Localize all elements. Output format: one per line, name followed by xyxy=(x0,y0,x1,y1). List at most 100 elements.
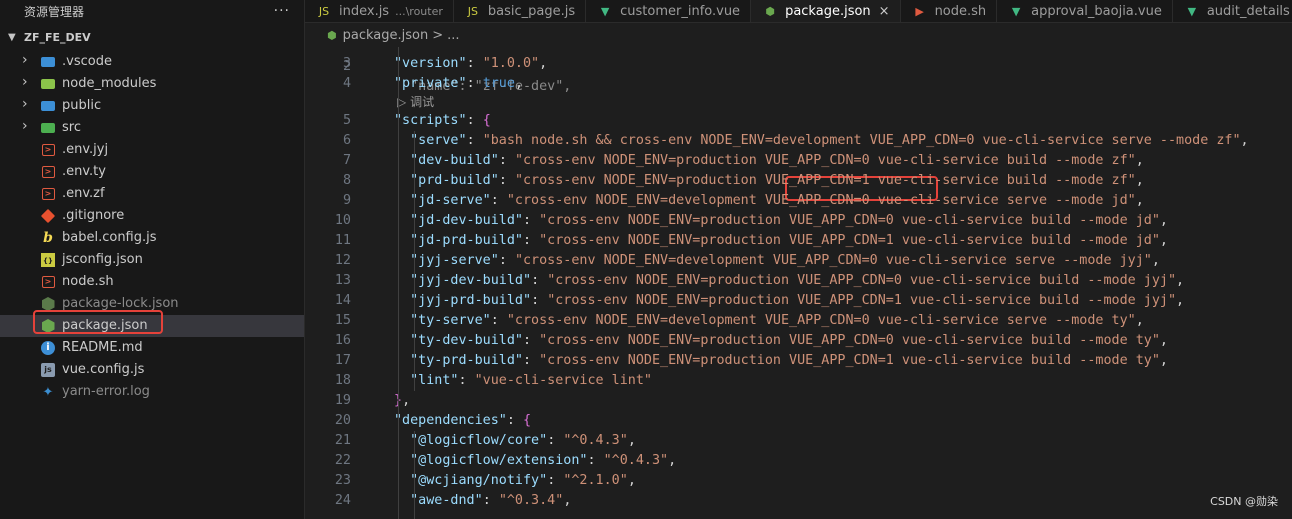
codelens-label: 调试 xyxy=(410,95,435,109)
tree-item-env-jyj[interactable]: > .env.jyj xyxy=(0,139,304,161)
indent-guide xyxy=(414,431,415,519)
breadcrumb-rest[interactable]: ... xyxy=(447,28,459,43)
json-key: "prd-build" xyxy=(410,173,499,188)
tab-index-js[interactable]: JS index.js ...\router xyxy=(305,0,454,22)
tree-item-label: .env.jyj xyxy=(62,142,109,157)
json-key: "ty-dev-build" xyxy=(410,333,523,348)
tree-item-package-lock-json[interactable]: package-lock.json xyxy=(0,293,304,315)
json-key: "@logicflow/extension" xyxy=(410,453,588,468)
line-number: 18 xyxy=(334,373,351,388)
indent-guide xyxy=(398,47,399,519)
tab-customer-info-vue[interactable]: ▼ customer_info.vue xyxy=(586,0,752,22)
breadcrumb-file[interactable]: package.json xyxy=(343,28,429,43)
line-number: 6 xyxy=(342,133,351,148)
tab-package-json[interactable]: ⬢ package.json × xyxy=(751,0,901,22)
tree-item-yarn-error-log[interactable]: ✦ yarn-error.log xyxy=(0,381,304,403)
code-text: "@logicflow/extension": "^0.4.3", xyxy=(394,451,676,471)
json-string: "cross-env NODE_ENV=development VUE_APP_… xyxy=(514,253,1152,268)
json-key: "ty-prd-build" xyxy=(410,353,523,368)
editor-tabs: JS index.js ...\router JS basic_page.js ▼ cust… xyxy=(305,0,1292,23)
punctuation: , xyxy=(1176,293,1185,308)
tree-item-package-json[interactable]: package.json xyxy=(0,315,304,337)
open-brace: { xyxy=(523,413,532,428)
file-icon-wrapper xyxy=(40,76,56,92)
code-line: 3 "version": "1.0.0", xyxy=(305,54,1292,74)
punctuation: : xyxy=(490,193,507,208)
tree-item-vscode[interactable]: › .vscode xyxy=(0,51,304,73)
tab-node-sh[interactable]: ▶ node.sh xyxy=(901,0,998,22)
chevron-right-icon[interactable]: › xyxy=(22,74,34,90)
line-number: 11 xyxy=(334,233,351,248)
code-text: "version": "1.0.0", xyxy=(394,54,547,74)
tree-item-babel-config-js[interactable]: b babel.config.js xyxy=(0,227,304,249)
workspace-root[interactable]: ▼ ZF_FE_DEV xyxy=(0,26,304,48)
chevron-right-icon[interactable]: › xyxy=(22,96,34,112)
tree-item-jsconfig-json[interactable]: {} jsconfig.json xyxy=(0,249,304,271)
line-number: 9 xyxy=(342,193,351,208)
code-line: 7 "dev-build": "cross-env NODE_ENV=produ… xyxy=(305,151,1292,171)
js-icon: JS xyxy=(318,4,330,18)
tree-item-label: .vscode xyxy=(62,54,112,69)
punctuation: : xyxy=(466,133,483,148)
tree-item-label: .env.ty xyxy=(62,164,106,179)
node-icon: ⬢ xyxy=(765,4,775,18)
tree-item-readme-md[interactable]: i README.md xyxy=(0,337,304,359)
json-key: "awe-dnd" xyxy=(410,493,483,508)
tree-item-node-modules[interactable]: › node_modules xyxy=(0,73,304,95)
file-icon-wrapper xyxy=(40,98,56,114)
env-file-icon: > xyxy=(41,188,55,200)
more-actions-icon[interactable]: ··· xyxy=(274,3,290,19)
chevron-right-icon[interactable]: › xyxy=(22,118,34,134)
punctuation: : xyxy=(531,293,548,308)
punctuation: : xyxy=(523,353,540,368)
punctuation: , xyxy=(627,473,636,488)
code-line: 24 "awe-dnd": "^0.3.4", xyxy=(305,491,1292,511)
punctuation: : xyxy=(547,433,564,448)
code-text: "jyj-serve": "cross-env NODE_ENV=develop… xyxy=(394,251,1160,271)
tree-item-public[interactable]: › public xyxy=(0,95,304,117)
tree-item-node-sh[interactable]: > node.sh xyxy=(0,271,304,293)
code-line: 19}, xyxy=(305,391,1292,411)
tab-path: ...\router xyxy=(395,4,443,18)
json-key: "dependencies" xyxy=(394,413,507,428)
tree-item-env-ty[interactable]: > .env.ty xyxy=(0,161,304,183)
vue-icon: ▼ xyxy=(1011,4,1021,18)
line-number: 14 xyxy=(334,293,351,308)
tab-label: customer_info.vue xyxy=(620,3,741,19)
code-line: 11 "jd-prd-build": "cross-env NODE_ENV=p… xyxy=(305,231,1292,251)
code-line: 20 "dependencies": { xyxy=(305,411,1292,431)
tree-item-vue-config-js[interactable]: js vue.config.js xyxy=(0,359,304,381)
code-text: "ty-serve": "cross-env NODE_ENV=developm… xyxy=(394,311,1144,331)
env-file-icon: > xyxy=(41,144,55,156)
punctuation: : xyxy=(531,273,548,288)
code-text: "serve": "bash node.sh && cross-env NODE… xyxy=(394,131,1248,151)
line-number: 22 xyxy=(334,453,351,468)
punctuation: : xyxy=(523,233,540,248)
vue-icon: ▼ xyxy=(1187,4,1197,18)
chevron-right-icon[interactable]: › xyxy=(22,52,34,68)
debug-codelens[interactable]: ▷ 调试 xyxy=(397,93,434,111)
punctuation: : xyxy=(466,113,483,128)
punctuation: , xyxy=(1135,313,1144,328)
config-file-icon: js xyxy=(41,363,55,377)
explorer-sidebar: 资源管理器 ··· ▼ ZF_FE_DEV › .vscode › node_modu… xyxy=(0,0,305,519)
babel-icon: b xyxy=(43,230,53,246)
tab-basic-page-js[interactable]: JS basic_page.js xyxy=(454,0,587,22)
code-line: 17 "ty-prd-build": "cross-env NODE_ENV=p… xyxy=(305,351,1292,371)
json-string: "^0.4.3" xyxy=(563,433,628,448)
tab-label: package.json xyxy=(785,3,871,19)
line-number: 15 xyxy=(334,313,351,328)
tree-item-label: README.md xyxy=(62,340,143,355)
punctuation: : xyxy=(498,173,515,188)
file-icon-wrapper: > xyxy=(40,186,56,202)
close-icon[interactable]: × xyxy=(879,4,890,19)
tab-audit-details[interactable]: ▼ audit_details xyxy=(1173,0,1292,22)
tree-item-src[interactable]: › src xyxy=(0,117,304,139)
tab-approval-baojia-vue[interactable]: ▼ approval_baojia.vue xyxy=(997,0,1173,22)
code-text: "ty-prd-build": "cross-env NODE_ENV=prod… xyxy=(394,351,1168,371)
code-editor[interactable]: 2 "name": "zf-fe-dev", ▷ 调试 CSDN @勋染 3 "v… xyxy=(305,47,1292,519)
tree-item-env-zf[interactable]: > .env.zf xyxy=(0,183,304,205)
tree-item-gitignore[interactable]: .gitignore xyxy=(0,205,304,227)
punctuation: : xyxy=(523,213,540,228)
code-text: "jyj-prd-build": "cross-env NODE_ENV=pro… xyxy=(394,291,1184,311)
